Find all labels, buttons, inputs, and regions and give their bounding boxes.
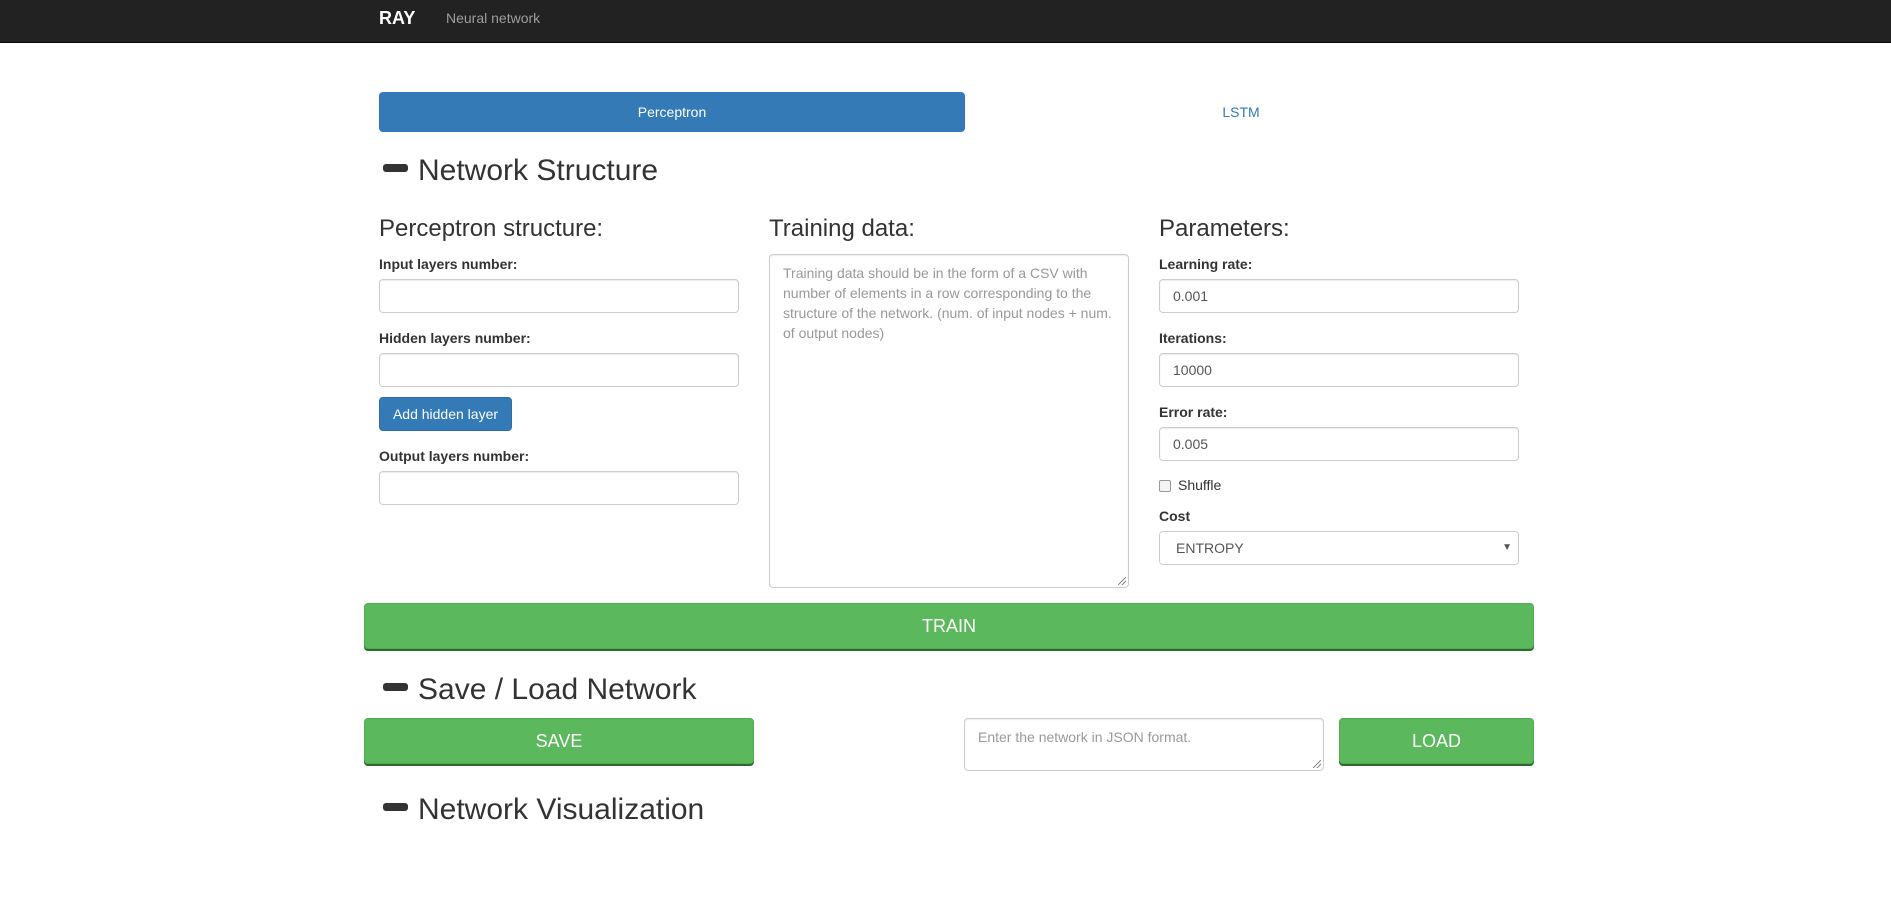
output-layers-label: Output layers number: xyxy=(379,448,530,464)
learning-rate-label: Learning rate: xyxy=(1159,256,1253,272)
train-button[interactable]: TRAIN xyxy=(364,603,1534,649)
perceptron-structure-title: Perceptron structure: xyxy=(379,215,604,242)
iterations-label: Iterations: xyxy=(1159,330,1227,346)
network-visualization-title: Network Visualization xyxy=(418,793,705,826)
cost-label: Cost xyxy=(1159,508,1191,524)
input-layers-field[interactable] xyxy=(379,279,739,313)
shuffle-checkbox[interactable] xyxy=(1159,480,1171,492)
save-button[interactable]: SAVE xyxy=(364,718,754,764)
hidden-layers-label: Hidden layers number: xyxy=(379,330,531,346)
load-button[interactable]: LOAD xyxy=(1339,718,1534,764)
tab-perceptron[interactable]: Perceptron xyxy=(379,92,965,132)
training-data-title: Training data: xyxy=(769,215,915,242)
training-data-placeholder: Training data should be in the form of a… xyxy=(783,265,1112,341)
add-hidden-layer-button[interactable]: Add hidden layer xyxy=(379,397,512,431)
minus-icon[interactable] xyxy=(383,164,408,173)
network-json-textarea[interactable]: Enter the network in JSON format. xyxy=(964,718,1324,771)
iterations-field[interactable]: 10000 xyxy=(1159,353,1519,387)
minus-icon[interactable] xyxy=(383,683,408,692)
tab-lstm[interactable]: LSTM xyxy=(948,92,1534,132)
caret-down-icon: ▼ xyxy=(1502,542,1512,553)
parameters-title: Parameters: xyxy=(1159,215,1290,242)
cost-select[interactable]: ENTROPY ▼ xyxy=(1159,531,1519,565)
hidden-layers-field[interactable] xyxy=(379,353,739,387)
save-load-heading[interactable]: Save / Load Network xyxy=(383,672,696,708)
output-layers-field[interactable] xyxy=(379,471,739,505)
shuffle-label[interactable]: Shuffle xyxy=(1178,477,1221,493)
input-layers-label: Input layers number: xyxy=(379,256,518,272)
cost-select-value: ENTROPY xyxy=(1176,540,1244,556)
brand-logo[interactable]: RAY xyxy=(379,8,415,29)
navbar: RAY Neural network xyxy=(0,0,1891,43)
resize-grip-icon[interactable] xyxy=(1118,577,1126,585)
error-rate-field[interactable]: 0.005 xyxy=(1159,427,1519,461)
error-rate-label: Error rate: xyxy=(1159,404,1228,420)
save-load-title: Save / Load Network xyxy=(418,673,697,706)
network-visualization-heading[interactable]: Network Visualization xyxy=(383,792,704,828)
learning-rate-field[interactable]: 0.001 xyxy=(1159,279,1519,313)
network-json-placeholder: Enter the network in JSON format. xyxy=(978,729,1192,745)
training-data-textarea[interactable]: Training data should be in the form of a… xyxy=(769,254,1129,588)
network-structure-heading[interactable]: Network Structure xyxy=(383,153,658,189)
nav-link-neural-network[interactable]: Neural network xyxy=(446,10,540,26)
network-structure-title: Network Structure xyxy=(418,154,659,187)
resize-grip-icon[interactable] xyxy=(1313,760,1321,768)
minus-icon[interactable] xyxy=(383,803,408,812)
